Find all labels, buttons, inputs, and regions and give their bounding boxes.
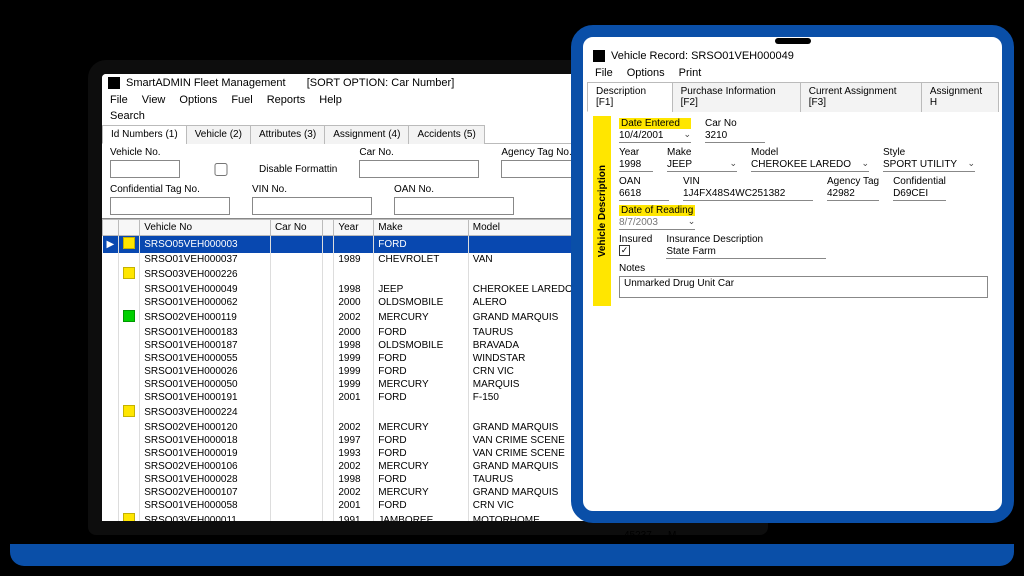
dor-label: Date of Reading [619, 205, 695, 216]
tab-current-asn[interactable]: Current Assignment [F3] [800, 82, 922, 112]
col-0[interactable] [103, 220, 119, 236]
menu-help[interactable]: Help [319, 94, 342, 106]
col-3[interactable]: Car No [270, 220, 322, 236]
oan-no-label: OAN No. [394, 184, 514, 195]
oan-label: OAN [619, 176, 669, 187]
vin-no-label: VIN No. [252, 184, 372, 195]
tab-description[interactable]: Description [F1] [587, 82, 673, 112]
col-5[interactable]: Year [334, 220, 374, 236]
vin-no-input[interactable] [252, 197, 372, 215]
tablet-window: Vehicle Record: SRSO01VEH000049 File Opt… [571, 25, 1014, 523]
date-entered-label: Date Entered [619, 118, 691, 129]
tablet-titlebar: Vehicle Record: SRSO01VEH000049 [587, 47, 998, 65]
ins-desc-value[interactable]: State Farm [666, 245, 826, 259]
table-row[interactable]: SRSO01VEH0001922001FORDCRN VIC7045 [103, 529, 754, 535]
record-title: Vehicle Record: SRSO01VEH000049 [611, 50, 794, 62]
section-strip: Vehicle Description [593, 116, 611, 306]
app-title: SmartADMIN Fleet Management [126, 77, 286, 89]
model-value[interactable]: CHEROKEE LAREDO [751, 158, 869, 172]
laptop-base [10, 544, 1014, 566]
col-2[interactable]: Vehicle No [140, 220, 271, 236]
sort-context: [SORT OPTION: Car Number] [307, 77, 455, 89]
vehicle-no-input[interactable] [110, 160, 180, 178]
make-value[interactable]: JEEP [667, 158, 737, 172]
tmenu-print[interactable]: Print [679, 67, 702, 79]
make-label: Make [667, 147, 737, 158]
ins-desc-label: Insurance Description [666, 234, 826, 245]
col-6[interactable]: Make [374, 220, 469, 236]
tab-attributes[interactable]: Attributes (3) [250, 125, 325, 144]
col-1[interactable] [119, 220, 140, 236]
date-entered-value[interactable]: 10/4/2001 [619, 129, 691, 143]
conf-value[interactable]: D69CEI [893, 187, 946, 201]
conf-tag-label: Confidential Tag No. [110, 184, 230, 195]
tab-vehicle[interactable]: Vehicle (2) [186, 125, 251, 144]
agtag-label: Agency Tag [827, 176, 879, 187]
tablet-menubar: File Options Print [587, 65, 998, 81]
notes-box[interactable]: Unmarked Drug Unit Car [619, 276, 988, 298]
tablet-tabs: Description [F1] Purchase Information [F… [587, 81, 998, 112]
section-strip-label: Vehicle Description [597, 165, 608, 257]
vin-value[interactable]: 1J4FX48S4WC251382 [683, 187, 813, 201]
menu-view[interactable]: View [142, 94, 166, 106]
menu-fuel[interactable]: Fuel [231, 94, 252, 106]
disable-format-checkbox[interactable]: Disable Formattin [186, 163, 337, 176]
insured-checkbox[interactable]: ✓ [619, 245, 630, 256]
tab-accidents[interactable]: Accidents (5) [408, 125, 484, 144]
record-icon [593, 50, 605, 62]
year-value[interactable]: 1998 [619, 158, 653, 172]
tablet-notch [775, 38, 811, 44]
menu-options[interactable]: Options [179, 94, 217, 106]
oan-value[interactable]: 6618 [619, 187, 669, 201]
menu-reports[interactable]: Reports [267, 94, 306, 106]
tmenu-file[interactable]: File [595, 67, 613, 79]
tmenu-options[interactable]: Options [627, 67, 665, 79]
car-no-value[interactable]: 3210 [705, 129, 765, 143]
vin-label: VIN [683, 176, 813, 187]
car-no-label: Car No. [359, 147, 479, 158]
col-4[interactable] [322, 220, 333, 236]
conf-label: Confidential [893, 176, 946, 187]
tab-assignment[interactable]: Assignment (4) [324, 125, 409, 144]
app-icon [108, 77, 120, 89]
style-label: Style [883, 147, 975, 158]
agtag-value[interactable]: 42982 [827, 187, 879, 201]
style-value[interactable]: SPORT UTILITY [883, 158, 975, 172]
vehicle-no-label: Vehicle No. [110, 147, 337, 158]
car-no-label2: Car No [705, 118, 765, 129]
tab-purchase[interactable]: Purchase Information [F2] [672, 82, 801, 112]
under-col1: 45237 [624, 530, 652, 541]
oan-no-input[interactable] [394, 197, 514, 215]
under-col2: M [668, 530, 676, 541]
notes-label: Notes [619, 263, 988, 274]
model-label: Model [751, 147, 869, 158]
dor-value[interactable]: 8/7/2003 [619, 216, 695, 230]
insured-label: Insured [619, 234, 652, 245]
conf-tag-input[interactable] [110, 197, 230, 215]
tab-id-numbers[interactable]: Id Numbers (1) [102, 125, 187, 144]
tab-asn-history[interactable]: Assignment H [921, 82, 999, 112]
menu-file[interactable]: File [110, 94, 128, 106]
year-label: Year [619, 147, 653, 158]
vehicle-form: Vehicle Description Date Entered 10/4/20… [587, 112, 998, 310]
car-no-input[interactable] [359, 160, 479, 178]
